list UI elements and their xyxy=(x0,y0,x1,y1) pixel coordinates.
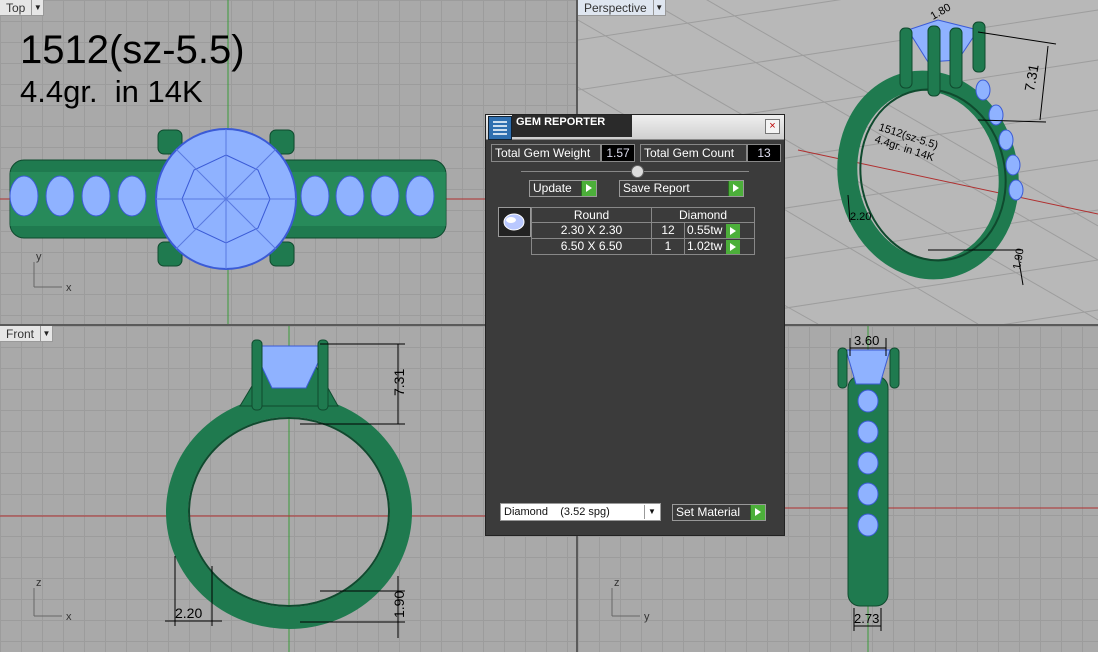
table-row[interactable]: 2.30 X 2.30 12 0.55tw xyxy=(531,222,755,239)
front-axis-x: x xyxy=(66,611,72,623)
set-material-button-label: Set Material xyxy=(676,505,741,519)
gem-weight: 1.02tw xyxy=(684,237,755,255)
total-gem-weight-value: 1.57 xyxy=(601,144,635,162)
play-arrow-icon[interactable] xyxy=(725,239,740,254)
report-slider-handle[interactable] xyxy=(631,165,644,178)
gem-reporter-panel[interactable]: GEM REPORTER × Total Gem Weight 1.57 Tot… xyxy=(485,114,785,536)
total-gem-count-label: Total Gem Count xyxy=(640,144,747,162)
table-row[interactable]: 6.50 X 6.50 1 1.02tw xyxy=(531,237,755,255)
gem-reporter-logo-icon xyxy=(488,116,512,140)
play-arrow-icon xyxy=(728,181,743,196)
gem-material-header: Diamond xyxy=(651,207,755,223)
total-gem-weight-label: Total Gem Weight xyxy=(491,144,601,162)
total-gem-count-value: 13 xyxy=(747,144,781,162)
right-axis-z: z xyxy=(614,577,620,589)
gem-shape-header: Round xyxy=(531,207,652,223)
save-report-button[interactable]: Save Report xyxy=(619,180,744,197)
close-icon[interactable]: × xyxy=(765,119,780,134)
gem-reporter-titlebar[interactable]: GEM REPORTER × xyxy=(486,115,784,140)
viewport-top-dropdown-icon[interactable]: ▼ xyxy=(32,0,45,16)
viewport-perspective-label[interactable]: Perspective xyxy=(578,0,654,16)
play-arrow-icon xyxy=(581,181,596,196)
gem-weight: 0.55tw xyxy=(684,222,755,239)
gem-table-header: Round Diamond xyxy=(531,207,755,223)
persp-dim-side: 2.20 xyxy=(850,211,871,223)
front-dim-height: 7.31 xyxy=(391,369,407,396)
viewport-perspective-tab[interactable]: Perspective ▼ xyxy=(578,0,666,16)
gem-table: Round Diamond 2.30 X 2.30 12 0.55tw 6.50… xyxy=(531,207,755,255)
update-button-label: Update xyxy=(533,181,572,195)
update-button[interactable]: Update xyxy=(529,180,597,197)
material-select-value: Diamond (3.52 spg) xyxy=(504,506,610,518)
persp-dim-height: 7.31 xyxy=(1021,63,1042,93)
persp-dim-top: 1.80 xyxy=(929,1,954,22)
gem-weight-value: 0.55tw xyxy=(687,223,723,237)
viewport-front-label[interactable]: Front xyxy=(0,326,42,342)
right-dim-top: 3.60 xyxy=(854,333,879,348)
front-axis-z: z xyxy=(36,577,42,589)
save-report-button-label: Save Report xyxy=(623,181,690,195)
top-axis-x: x xyxy=(66,282,72,294)
gem-count: 1 xyxy=(651,237,685,255)
viewport-perspective-dropdown-icon[interactable]: ▼ xyxy=(653,0,666,16)
gem-size: 2.30 X 2.30 xyxy=(531,222,652,239)
annotation-weight: 4.4gr. in 14K xyxy=(20,74,203,109)
persp-dim-bottom: 1.90 xyxy=(1011,247,1027,270)
viewport-front-dropdown-icon[interactable]: ▼ xyxy=(41,326,54,342)
gem-size: 6.50 X 6.50 xyxy=(531,237,652,255)
top-axis-y: y xyxy=(36,251,42,263)
gem-shape-thumbnail-icon[interactable] xyxy=(498,207,531,237)
viewport-front-tab[interactable]: Front ▼ xyxy=(0,326,54,342)
set-material-button[interactable]: Set Material xyxy=(672,504,766,521)
right-axis-y: y xyxy=(644,611,650,623)
gem-count: 12 xyxy=(651,222,685,239)
front-dim-bottom: 1.90 xyxy=(391,591,407,618)
annotation-title: 1512(sz-5.5) xyxy=(20,28,245,72)
viewport-top-label[interactable]: Top xyxy=(0,0,33,16)
material-select[interactable]: Diamond (3.52 spg) ▼ xyxy=(500,503,661,521)
gem-reporter-title: GEM REPORTER xyxy=(512,115,632,137)
viewport-top-tab[interactable]: Top ▼ xyxy=(0,0,45,16)
gem-weight-value: 1.02tw xyxy=(687,238,723,253)
front-dim-width: 2.20 xyxy=(175,605,202,621)
play-arrow-icon xyxy=(750,505,765,520)
chevron-down-icon[interactable]: ▼ xyxy=(644,505,659,519)
play-arrow-icon[interactable] xyxy=(725,223,740,238)
right-dim-bottom: 2.73 xyxy=(854,611,879,626)
